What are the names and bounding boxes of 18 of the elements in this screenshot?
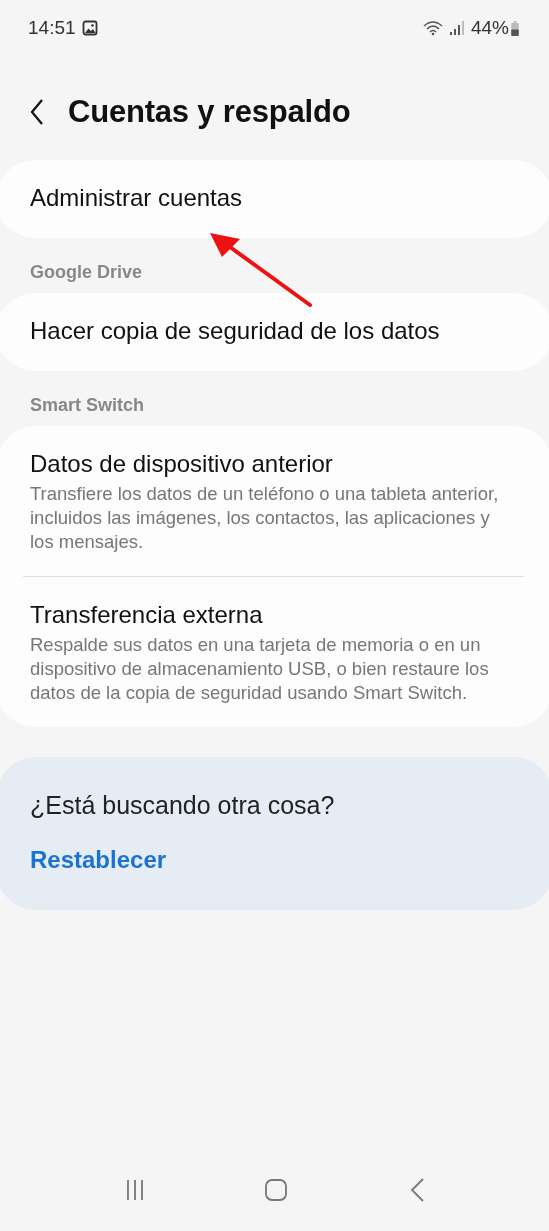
status-time: 14:51 xyxy=(28,17,76,39)
image-icon xyxy=(81,20,98,36)
home-icon xyxy=(264,1178,289,1202)
signal-icon xyxy=(448,20,465,36)
wifi-icon xyxy=(422,20,443,36)
section-header: Google Drive xyxy=(29,261,144,284)
settings-item[interactable]: Datos de dispositivo anterior Transfiere los datos de un teléfono o una tableta anterior, incluidos las imágenes, los contactos, las aplicaciones y los mensajes. xyxy=(0,426,549,576)
section-header: Smart Switch xyxy=(29,394,146,417)
settings-item[interactable]: Administrar cuentas xyxy=(0,160,549,238)
reset-link[interactable]: Restablecer xyxy=(30,846,167,874)
home-button[interactable] xyxy=(264,1178,289,1202)
battery-icon xyxy=(511,20,519,36)
settings-item[interactable]: Hacer copia de seguridad de los datos xyxy=(0,293,549,371)
battery-percent: 44% xyxy=(470,17,509,39)
suggestion-question: ¿Está buscando otra cosa? xyxy=(30,791,335,820)
back-icon xyxy=(30,99,44,125)
settings-item[interactable]: Transferencia externa Respalde sus datos en una tarjeta de memoria o en un dispositivo de almacenamiento USB, o bien restaure los datos de la copia de seguridad usando Smart Switch. xyxy=(0,577,549,727)
page-title: Cuentas y respaldo xyxy=(68,94,351,130)
